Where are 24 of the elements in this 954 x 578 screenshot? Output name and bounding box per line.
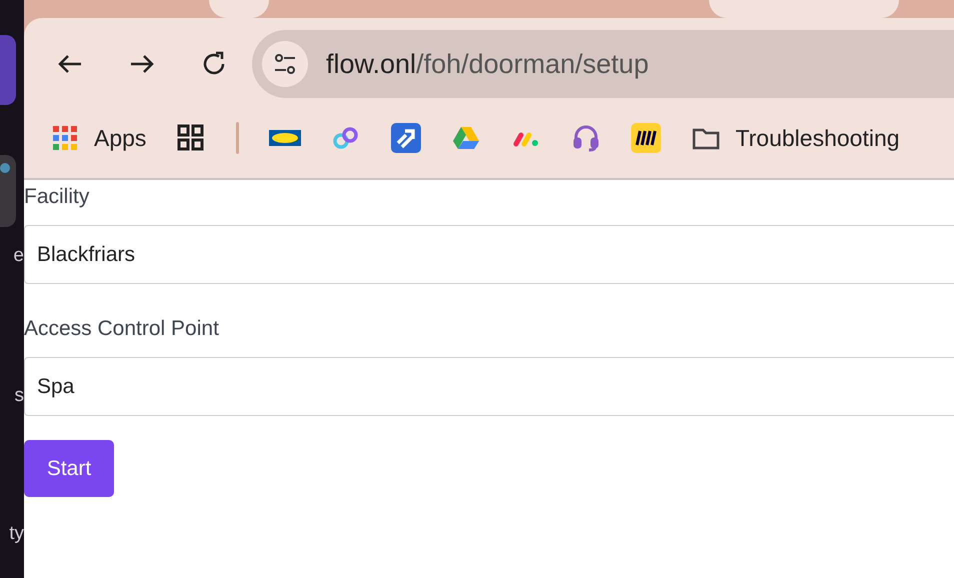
- apps-grid-icon: [50, 123, 80, 153]
- input-field[interactable]: Blackfriars: [24, 225, 954, 284]
- url-text: flow.onl/foh/doorman/setup: [326, 48, 649, 80]
- input-field[interactable]: Spa: [24, 357, 954, 416]
- start-button[interactable]: Start: [24, 440, 114, 497]
- bookmark-icon-button[interactable]: [631, 123, 662, 153]
- sidebar-label: e: [12, 245, 24, 267]
- site-settings-button[interactable]: [262, 41, 308, 87]
- sidebar-label: s: [14, 385, 24, 407]
- sidebar-label: ty: [8, 523, 24, 545]
- field-label: Access Control Point: [24, 317, 220, 341]
- board-logo-icon: [631, 123, 662, 153]
- headset-icon: [571, 123, 602, 153]
- ikea-logo-icon: [269, 130, 302, 146]
- bookmark-item[interactable]: Apps: [50, 123, 146, 153]
- bookmark-icon-button[interactable]: [176, 123, 206, 153]
- bookmark-item[interactable]: Troubleshooting: [691, 123, 900, 153]
- app-icon[interactable]: [0, 155, 16, 227]
- grid-icon: [176, 123, 206, 153]
- arrows-icon: [391, 123, 422, 153]
- address-bar[interactable]: flow.onl/foh/doorman/setup: [252, 30, 954, 98]
- app-icon[interactable]: [0, 35, 16, 105]
- sliders-icon: [272, 51, 298, 77]
- field-label: Facility: [24, 185, 90, 209]
